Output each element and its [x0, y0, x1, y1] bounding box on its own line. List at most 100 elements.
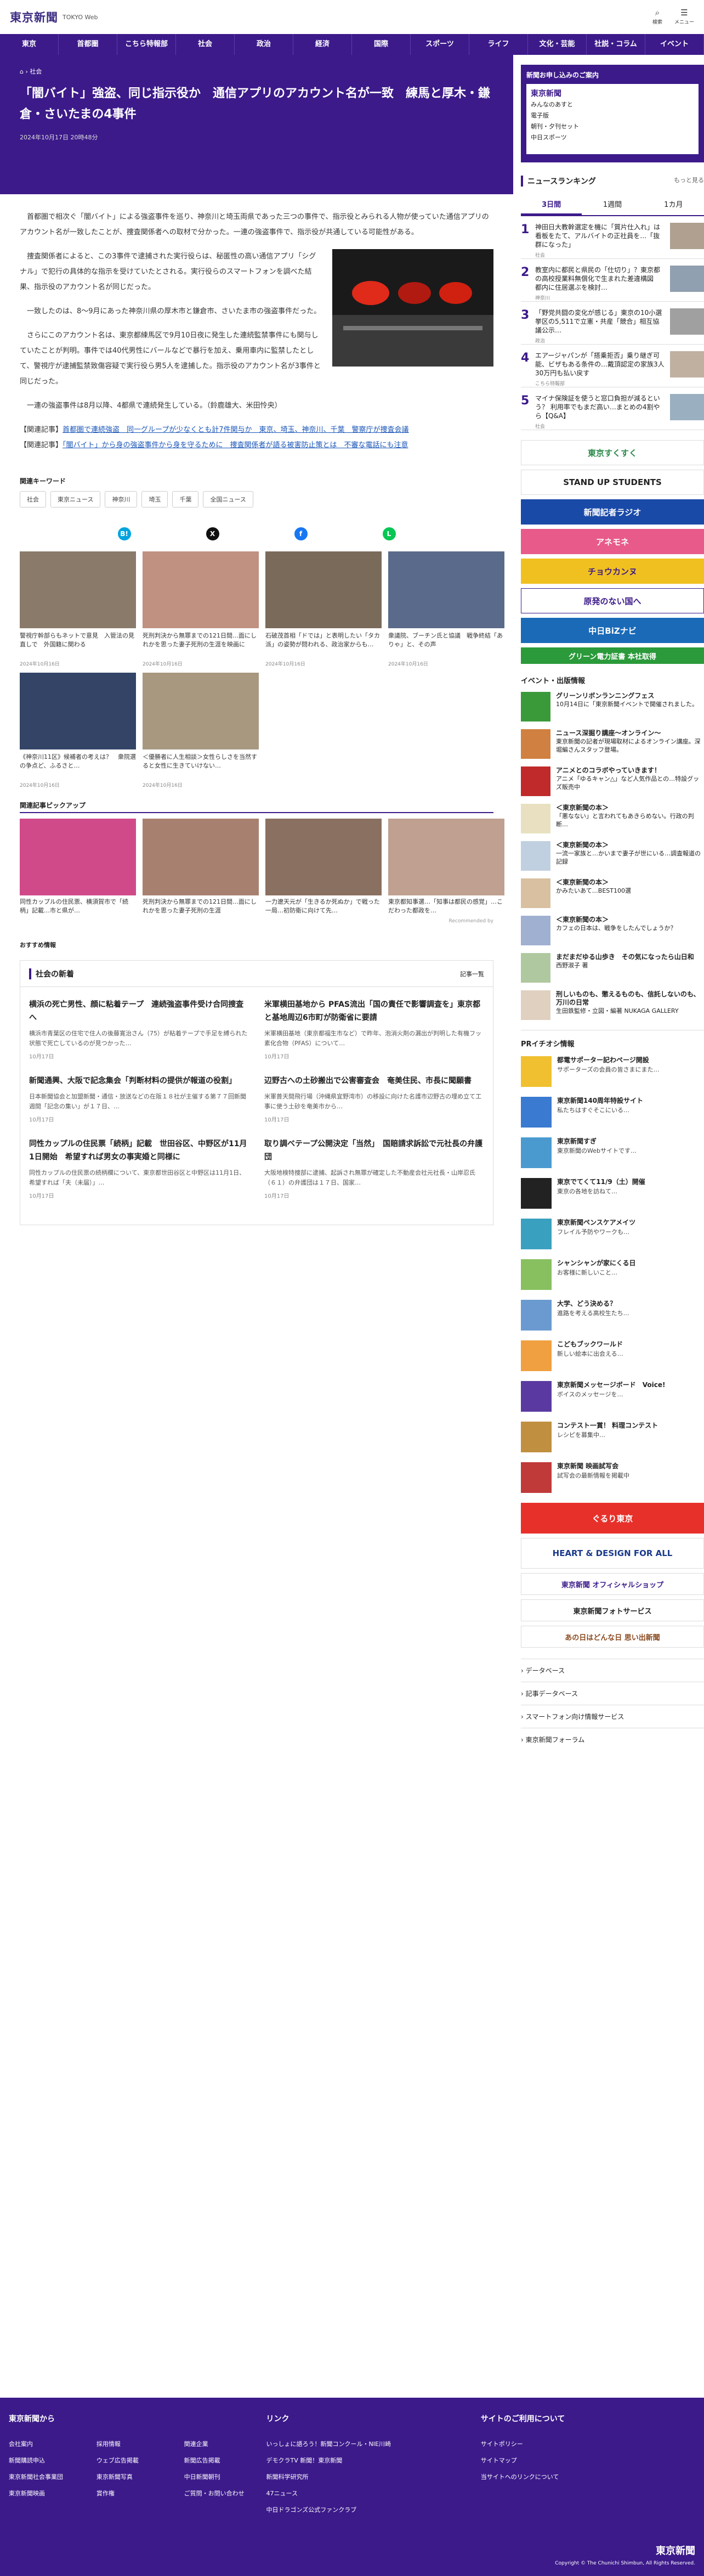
hatena-icon[interactable]: B!: [117, 527, 131, 540]
footer-link[interactable]: 東京新聞社会事業団: [9, 2472, 91, 2481]
tab-1week[interactable]: 1週間: [582, 194, 643, 215]
footer-link[interactable]: サイトマップ: [481, 2456, 695, 2465]
nav-item[interactable]: イベント: [645, 34, 704, 55]
related-article-link[interactable]: 「闇バイト」から身の強盗事件から身を守るために 捜査関係者が語る被害防止策とは …: [63, 441, 408, 449]
footer-link[interactable]: 新聞科学研究所: [266, 2472, 481, 2481]
photo-card[interactable]: 《神奈川11区》候補者の考えは？ 衆院選の争点ど、ふるさと… 2024年10月16…: [20, 673, 136, 788]
article-photo[interactable]: [332, 249, 493, 367]
promo-banner[interactable]: 東京新聞 オフィシャルショップ: [521, 1573, 704, 1595]
pr-item[interactable]: 東京でてくて11/9（土）開催 東京の各地を訪ねて…: [521, 1178, 704, 1209]
keyword-tag[interactable]: 社会: [20, 491, 46, 508]
promo-banner[interactable]: ぐるり東京: [521, 1503, 704, 1534]
promo-banner[interactable]: チョウカンヌ: [521, 559, 704, 584]
pr-item[interactable]: 都電サポーター記わページ開設 サポーターズの会員の皆さまにまた…: [521, 1056, 704, 1087]
footer-link[interactable]: 賞作権: [96, 2489, 179, 2498]
pickup-item[interactable]: 東京都知事選…「知事は都民の感覚」…こだわった都政を…: [388, 819, 504, 915]
tab-1month[interactable]: 1カ月: [643, 194, 704, 215]
footer-link[interactable]: 会社案内: [9, 2439, 91, 2448]
ranking-item[interactable]: 1 神田日大教幹選定を機に「質片仕入れ」は看板をたて、アルバイトの正社員を…「抜群…: [521, 216, 704, 259]
pr-item[interactable]: 東京新聞ペンスケアメイツ フレイル予防やワークも…: [521, 1219, 704, 1249]
footer-link[interactable]: 中日ドラゴンズ公式ファンクラブ: [266, 2505, 481, 2514]
event-item[interactable]: ニュース深掘り講座〜オンライン〜 東京新聞の記者が現場取材によるオンライン講座。深…: [521, 729, 704, 759]
sidebar-link[interactable]: › スマートフォン向け情報サービス: [521, 1705, 704, 1728]
footer-link[interactable]: いっしょに語ろう！新聞コンクール・NIE川崎: [266, 2439, 481, 2448]
ranking-item[interactable]: 3 「野党共闘の変化が感じる」東京の10小選挙区の5,511で立憲・共産「競合」相…: [521, 302, 704, 345]
search-button[interactable]: ⌕ 検索: [652, 9, 662, 26]
footer-link[interactable]: 47ニュース: [266, 2489, 481, 2498]
nav-item[interactable]: 首都圏: [59, 34, 117, 55]
keyword-tag[interactable]: 千葉: [172, 491, 199, 508]
ranking-item[interactable]: 5 マイナ保険証を使うと窓口負担が減るという？ 利用率でもまだ高い…まとめの4割や…: [521, 387, 704, 430]
promo-banner[interactable]: 中日BiZナビ: [521, 618, 704, 643]
event-item[interactable]: ＜東京新聞の本＞ 一流一家族と…かいまで妻子が世にいる…調査報道の記録: [521, 841, 704, 871]
breadcrumb-item[interactable]: 社会: [30, 68, 42, 75]
event-item[interactable]: ＜東京新聞の本＞ かみたいあて…BEST100選: [521, 878, 704, 908]
promo-banner[interactable]: STAND UP STUDENTS: [521, 470, 704, 495]
event-item[interactable]: まだまだゆる山歩き その気になったら山日和 西野淑子 著: [521, 953, 704, 983]
ranking-more-link[interactable]: もっと見る: [674, 176, 704, 187]
footer-link[interactable]: 新聞購読申込: [9, 2456, 91, 2465]
pickup-item[interactable]: 死刑判決から無罪までの121日間…面にしれかを思った妻子死刑の生涯: [143, 819, 259, 915]
footer-link[interactable]: 関連企業: [184, 2439, 266, 2448]
promo-banner[interactable]: 新聞記者ラジオ: [521, 499, 704, 525]
promo-banner[interactable]: 原発のない国へ: [521, 588, 704, 613]
ranking-item[interactable]: 2 教室内に都民と県民の「仕切り」？東京都の高校授業料無償化で生まれた差違構図 都…: [521, 259, 704, 302]
event-item[interactable]: グリーンリボンランニングフェス 10月14日に「東京新聞イベントで開催されました。: [521, 692, 704, 721]
facebook-icon[interactable]: f: [294, 527, 308, 540]
pr-item[interactable]: 東京新聞 映画試写会 試写会の最新情報を掲載中: [521, 1462, 704, 1493]
nav-item[interactable]: ライフ: [469, 34, 528, 55]
pickup-item[interactable]: 一力遼天元が「生きるか死ぬか」で戦った一局…初防衛に向けて先…: [265, 819, 382, 915]
footer-link[interactable]: 採用情報: [96, 2439, 179, 2448]
sidebar-link[interactable]: › 記事データベース: [521, 1682, 704, 1705]
photo-card[interactable]: ＜優勝者に人生相談＞女性らしさを当然すると女性に生きていけない… 2024年10月…: [143, 673, 259, 788]
related-article-link[interactable]: 首都圏で連続強盗 同一グループが少なくとも計7件関与か 東京、埼玉、神奈川、千葉…: [63, 426, 409, 434]
pr-item[interactable]: 東京新聞140周年特設サイト 私たちはすぐそこにいる…: [521, 1097, 704, 1128]
footer-link[interactable]: 新聞広告掲載: [184, 2456, 266, 2465]
news-item[interactable]: 辺野古への土砂搬出で公害審査会 奄美住民、市長に聞願書 米軍普天間飛行場（沖縄県宜…: [264, 1074, 484, 1123]
tab-3days[interactable]: 3日間: [521, 194, 582, 215]
sidebar-link[interactable]: › 東京新聞フォーラム: [521, 1728, 704, 1751]
photo-card[interactable]: 死刑判決から無罪までの121日間…面にしれかを思った妻子死刑の生涯を映画に 202…: [143, 551, 259, 667]
photo-card[interactable]: 衆議院、ブーチン氏と協議 戦争終結「ありゃ」と、その声 2024年10月16日: [388, 551, 504, 667]
event-item[interactable]: ＜東京新聞の本＞ カフェの日本は、戦争をしたんでしょうか？: [521, 916, 704, 945]
news-item[interactable]: 取り調べテープ公開決定「当然」 国賠請求訴訟で元社長の弁護団 大阪地検特捜部に逮捕…: [264, 1137, 484, 1199]
nav-item[interactable]: 東京: [0, 34, 59, 55]
pr-item[interactable]: コンテスト一賞！ 料理コンテスト レシピを募集中…: [521, 1422, 704, 1452]
footer-link[interactable]: ご質問・お問い合わせ: [184, 2489, 266, 2498]
footer-link[interactable]: 当サイトへのリンクについて: [481, 2472, 695, 2481]
nav-item[interactable]: 社説・コラム: [587, 34, 645, 55]
pr-item[interactable]: シャンシャンが家にくる日 お客様に新しいこと…: [521, 1259, 704, 1290]
news-item[interactable]: 同性カップルの住民票「続柄」記載 世田谷区、中野区が11月1日開始 希望すれば男…: [29, 1137, 249, 1199]
subscription-ad[interactable]: 新聞お申し込みのご案内 東京新聞 みんなのあすと 電子版 朝刊・夕刊セット 中日…: [521, 65, 704, 162]
nav-item[interactable]: スポーツ: [411, 34, 469, 55]
photo-card[interactable]: 警視庁幹部らもネットで意見 入管法の見直しで 外国籍に関わる 2024年10月16…: [20, 551, 136, 667]
pickup-item[interactable]: 同性カップルの住民票、横須賀市で「続柄」記載…市と県が…: [20, 819, 136, 915]
footer-logo[interactable]: 東京新聞: [555, 2543, 695, 2557]
ranking-item[interactable]: 4 エアージャパンが「搭乗拒否」乗り継ぎ可能、ビザもある条件の…戴頂認定の家族3人…: [521, 345, 704, 387]
nav-item[interactable]: 文化・芸能: [528, 34, 587, 55]
footer-link[interactable]: ウェブ広告掲載: [96, 2456, 179, 2465]
news-item[interactable]: 新聞通興、大阪で記念集会「判断材料の提供が報道の役割」 日本新聞協会と加盟新聞・通…: [29, 1074, 249, 1123]
pr-item[interactable]: 東京新聞すぎ 東京新聞のWebサイトです…: [521, 1137, 704, 1168]
footer-link[interactable]: 中日新聞朝刊: [184, 2472, 266, 2481]
promo-banner[interactable]: あの日はどんな日 思い出新聞: [521, 1626, 704, 1648]
line-icon[interactable]: L: [382, 527, 396, 540]
nav-item[interactable]: こちら特報部: [117, 34, 176, 55]
event-item[interactable]: ＜東京新聞の本＞ 「悪なない」と言われてもあきらめない。行政の判断…: [521, 804, 704, 833]
nav-item[interactable]: 政治: [235, 34, 293, 55]
nav-item[interactable]: 経済: [293, 34, 352, 55]
keyword-tag[interactable]: 東京ニュース: [50, 491, 101, 508]
promo-banner[interactable]: グリーン電力証書 本社取得: [521, 647, 704, 664]
promo-banner[interactable]: 東京すくすく: [521, 440, 704, 465]
event-item[interactable]: アニメとのコラボやっていきます！ アニメ「ゆるキャン△」など人気作品との…特設グッ…: [521, 766, 704, 796]
sidebar-link[interactable]: › データベース: [521, 1659, 704, 1682]
menu-button[interactable]: ☰ メニュー: [674, 9, 694, 26]
pr-item[interactable]: 大学、どう決める？ 進路を考える高校生たち…: [521, 1300, 704, 1331]
footer-link[interactable]: 東京新聞映画: [9, 2489, 91, 2498]
site-logo[interactable]: 東京新聞: [10, 9, 58, 25]
keyword-tag[interactable]: 神奈川: [105, 491, 138, 508]
more-articles-link[interactable]: 記事一覧: [460, 969, 484, 978]
photo-card[interactable]: 石破茂首相「ドでは」と表明したい「タカ派」の姿勢が問われる、政治家からも… 202…: [265, 551, 382, 667]
event-item[interactable]: 刑しいものも、懲えるものも、信託しないのも、万川の日常 生田鉄監修・立図・編著 N…: [521, 990, 704, 1020]
nav-item[interactable]: 社会: [176, 34, 235, 55]
